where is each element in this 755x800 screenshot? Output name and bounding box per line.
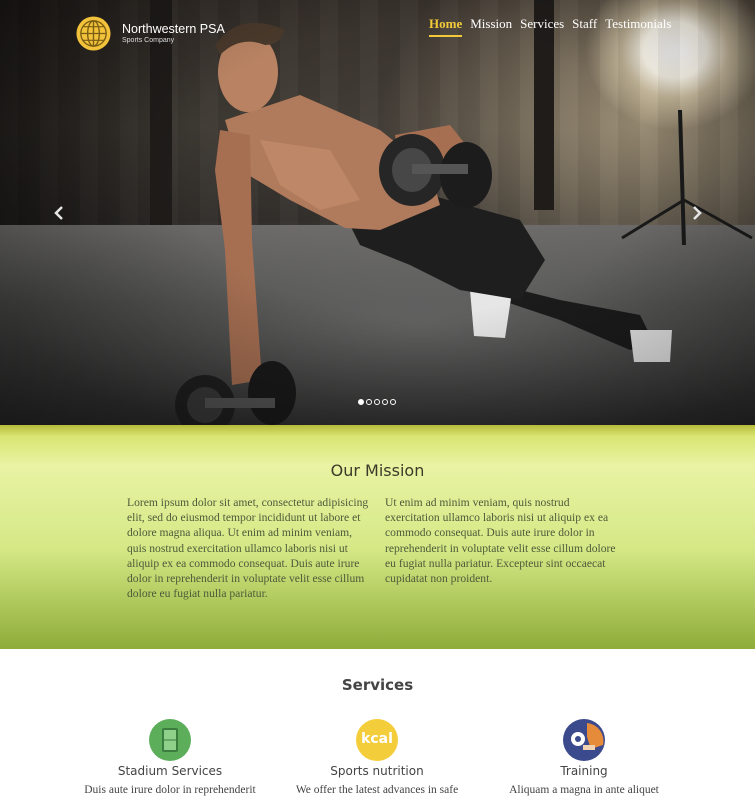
service-name: Sports nutrition	[330, 764, 424, 778]
nav-services[interactable]: Services	[520, 16, 564, 37]
kcal-icon: kcal	[356, 719, 398, 761]
service-name: Stadium Services	[117, 764, 223, 778]
service-nutrition[interactable]: kcal Sports nutrition We offer the lates…	[272, 719, 482, 796]
slider-dot[interactable]	[358, 399, 364, 405]
hero-vignette	[0, 0, 755, 425]
service-stadium[interactable]: Stadium Services Duis aute irure dolor i…	[65, 719, 275, 796]
nav-mission[interactable]: Mission	[470, 16, 512, 37]
slider-dot[interactable]	[382, 399, 388, 405]
slider-dot[interactable]	[390, 399, 396, 405]
services-title: Services	[341, 676, 414, 694]
main-nav: Home Mission Services Staff Testimonials	[429, 16, 671, 37]
service-name: Training	[560, 764, 608, 778]
brand-name: Northwestern PSA	[122, 22, 225, 36]
mission-title: Our Mission	[330, 461, 425, 480]
mission-text-right: Ut enim ad minim veniam, quis nostrud ex…	[385, 496, 616, 586]
globe-icon	[76, 16, 111, 51]
mission-section: Our Mission Lorem ipsum dolor sit amet, …	[0, 425, 755, 649]
nav-staff[interactable]: Staff	[572, 16, 597, 37]
slider-dot[interactable]	[374, 399, 380, 405]
brand-logo[interactable]: Northwestern PSA Sports Company	[75, 15, 225, 52]
mission-text-left: Lorem ipsum dolor sit amet, consectetur …	[127, 496, 369, 601]
service-desc: Aliquam a magna in ante aliquet	[509, 784, 659, 796]
slider-dots	[358, 399, 396, 405]
brand-text: Northwestern PSA Sports Company	[122, 22, 225, 45]
brand-subtitle: Sports Company	[122, 37, 175, 44]
service-desc: Duis aute irure dolor in reprehenderit	[84, 784, 256, 796]
service-desc: We offer the latest advances in safe	[295, 784, 459, 796]
kcal-icon-text: kcal	[361, 731, 393, 747]
nav-testimonials[interactable]: Testimonials	[605, 16, 671, 37]
chevron-left-icon[interactable]	[51, 205, 67, 225]
service-training[interactable]: Training Aliquam a magna in ante aliquet	[479, 719, 689, 796]
training-icon	[563, 719, 605, 761]
chevron-right-icon[interactable]	[689, 205, 705, 225]
stadium-icon	[149, 719, 191, 761]
slider-dot[interactable]	[366, 399, 372, 405]
hero-slider: Northwestern PSA Sports Company Home Mis…	[0, 0, 755, 425]
nav-home[interactable]: Home	[429, 16, 463, 37]
